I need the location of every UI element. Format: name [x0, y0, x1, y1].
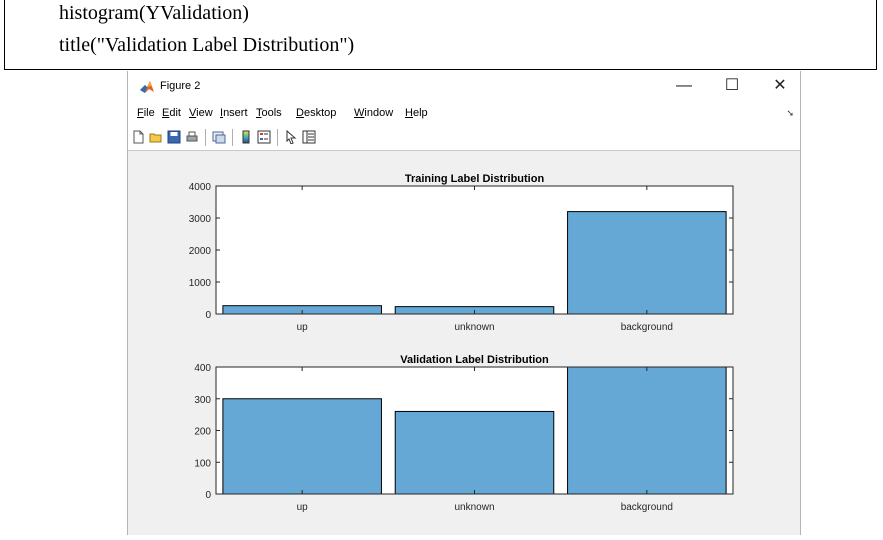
- y-tick-label: 100: [194, 458, 211, 469]
- chart-title: Validation Label Distribution: [400, 354, 549, 366]
- x-tick-label: background: [621, 502, 673, 513]
- open-file-icon[interactable]: [149, 130, 163, 144]
- chart-title: Training Label Distribution: [405, 173, 545, 185]
- code-snippet-box: histogram(YValidation) title("Validation…: [4, 0, 877, 70]
- y-tick-label: 3000: [189, 214, 212, 225]
- toolbar-separator: [232, 129, 233, 146]
- menu-item-view[interactable]: View: [189, 107, 213, 119]
- print-icon[interactable]: [185, 130, 199, 144]
- menu-item-edit[interactable]: Edit: [162, 107, 181, 119]
- figure-canvas[interactable]: Training Label Distribution up unknown back…: [128, 151, 800, 535]
- minimize-button[interactable]: —: [669, 75, 699, 97]
- menu-bar: ➘ File Edit View Insert Tools Desktop Window He…: [128, 103, 800, 125]
- legend-icon[interactable]: [257, 130, 271, 144]
- menu-item-desktop[interactable]: Desktop: [296, 107, 336, 119]
- y-tick-label: 4000: [189, 182, 212, 193]
- bar-unknown: [394, 410, 555, 495]
- new-figure-icon[interactable]: [131, 130, 145, 144]
- y-tick-label: 0: [205, 310, 211, 321]
- maximize-button[interactable]: ☐: [717, 75, 747, 97]
- menu-item-help[interactable]: Help: [405, 107, 428, 119]
- code-line-2: title("Validation Label Distribution"): [59, 34, 355, 56]
- y-tick-label: 2000: [189, 246, 212, 257]
- link-plot-icon[interactable]: [212, 130, 226, 144]
- bar-background: [567, 211, 727, 315]
- bar-up: [222, 398, 382, 495]
- toolbar-separator: [205, 129, 206, 146]
- plot-area: Training Label Distribution up unknown back…: [128, 151, 800, 535]
- window-title: Figure 2: [160, 80, 201, 92]
- y-tick-label: 200: [194, 427, 211, 438]
- bar-background: [567, 366, 727, 495]
- x-tick-label: up: [297, 322, 309, 333]
- menu-item-file[interactable]: File: [137, 107, 155, 119]
- x-tick-label: up: [297, 502, 309, 513]
- property-inspector-icon[interactable]: [302, 130, 316, 144]
- close-button[interactable]: ✕: [765, 75, 795, 97]
- menu-item-tools[interactable]: Tools: [256, 107, 282, 119]
- y-tick-label: 0: [205, 490, 211, 501]
- matlab-logo-icon: [140, 81, 154, 93]
- y-tick-label: 400: [194, 363, 211, 374]
- x-tick-label: background: [621, 322, 673, 333]
- code-line-1: histogram(YValidation): [59, 2, 249, 24]
- pointer-icon[interactable]: [284, 130, 298, 144]
- y-tick-label: 1000: [189, 278, 212, 289]
- x-tick-label: unknown: [454, 322, 494, 333]
- figure-toolbar: [128, 125, 800, 151]
- toolbar-dock-arrow-icon[interactable]: ➘: [786, 108, 794, 119]
- title-bar[interactable]: Figure 2 — ☐ ✕: [128, 71, 800, 103]
- menu-item-window[interactable]: Window: [354, 107, 393, 119]
- y-tick-label: 300: [194, 395, 211, 406]
- x-tick-label: unknown: [454, 502, 494, 513]
- save-icon[interactable]: [167, 130, 181, 144]
- colorbar-icon[interactable]: [239, 130, 253, 144]
- figure-window: Figure 2 — ☐ ✕ ➘ File Edit View Insert Tools…: [127, 71, 801, 535]
- menu-item-insert[interactable]: Insert: [220, 107, 248, 119]
- toolbar-separator: [277, 129, 278, 146]
